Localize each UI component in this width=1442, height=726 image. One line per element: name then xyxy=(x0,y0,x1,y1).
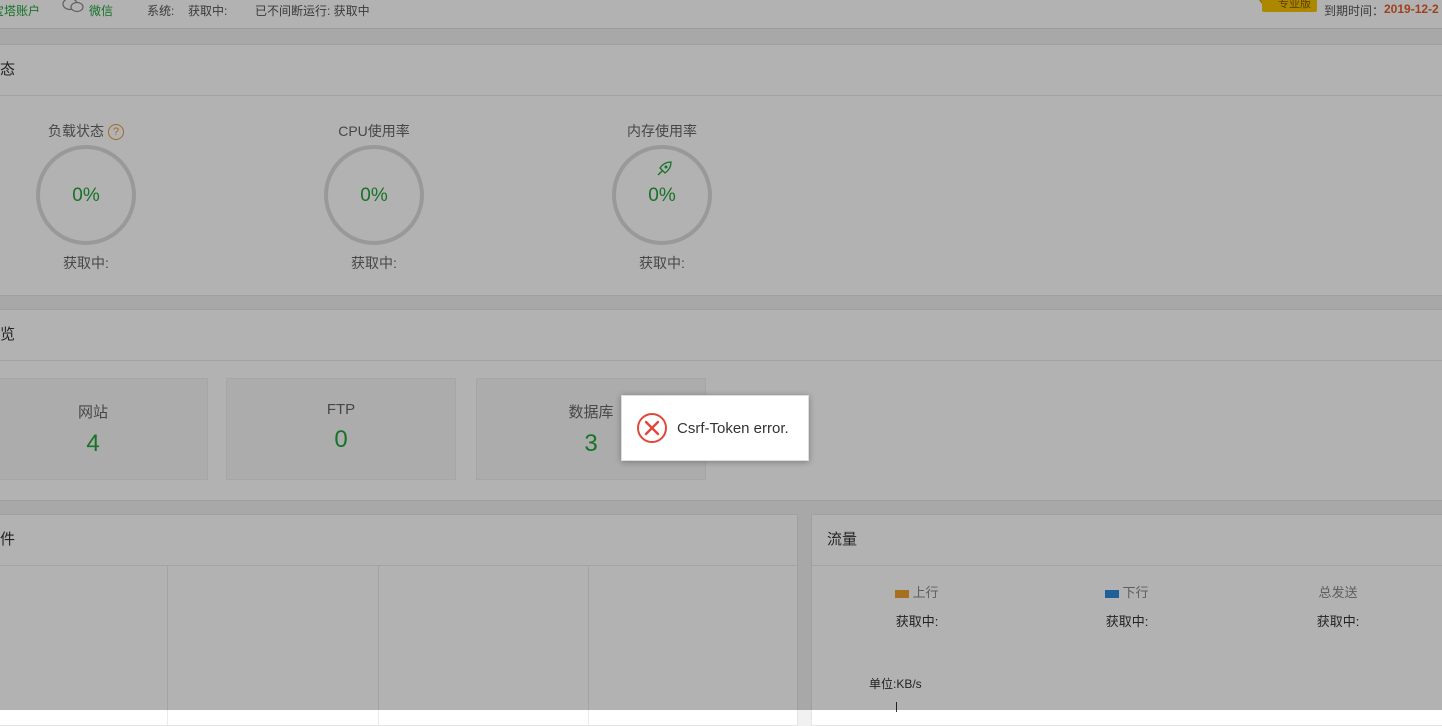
error-toast: Csrf-Token error. xyxy=(621,395,809,461)
error-message: Csrf-Token error. xyxy=(677,420,789,437)
error-circle-icon xyxy=(637,413,667,443)
modal-overlay[interactable] xyxy=(0,0,1442,710)
